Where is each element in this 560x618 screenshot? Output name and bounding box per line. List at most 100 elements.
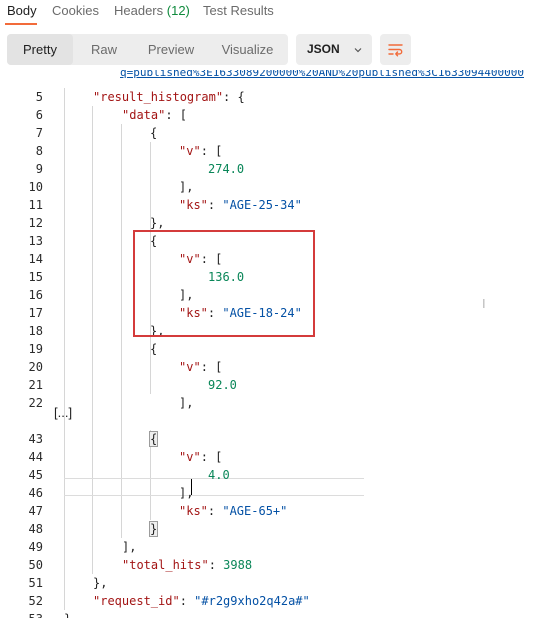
code-token: ],: [179, 396, 194, 410]
format-select[interactable]: JSON: [296, 34, 372, 65]
line-number: 18: [28, 324, 43, 338]
line-number: 9: [35, 162, 43, 176]
code-token: 4.0: [208, 468, 230, 482]
line-number: 16: [28, 288, 43, 302]
code-token: },: [150, 216, 165, 230]
headers-count-badge: (12): [166, 3, 190, 18]
code-token: :: [207, 198, 223, 212]
tab-headers-label: Headers: [114, 3, 164, 18]
code-token: "AGE-25-34": [222, 198, 302, 212]
code-token: }: [148, 521, 159, 537]
code-token: "total_hits": [122, 558, 209, 572]
annotation-highlight-box: [133, 230, 315, 337]
view-visualize-button[interactable]: Visualize: [207, 34, 288, 65]
code-token: {: [150, 126, 158, 140]
code-line: 8 "v": [: [0, 142, 560, 160]
code-line: 5 "result_histogram": {: [0, 88, 560, 106]
line-number: 15: [28, 270, 43, 284]
line-number: 53: [0, 610, 43, 618]
code-token: "v": [179, 450, 201, 464]
code-line: 11 "ks": "AGE-25-34": [0, 196, 560, 214]
code-line: 48}: [0, 520, 560, 538]
line-number: 7: [35, 126, 43, 140]
line-number: 45: [28, 468, 43, 482]
code-line: 9 274.0: [0, 160, 560, 178]
active-tab-indicator: [5, 23, 37, 25]
code-token: "v": [179, 360, 201, 374]
code-token: :: [208, 558, 224, 572]
code-text: "result_histogram": {: [93, 88, 245, 106]
response-toolbar: Pretty Raw Preview Visualize JSON: [0, 32, 560, 68]
line-number: 52: [28, 594, 43, 608]
code-token: 3988: [223, 558, 253, 572]
code-token: },: [93, 576, 108, 590]
code-token: ],: [179, 180, 194, 194]
code-text: "v": [: [179, 142, 222, 160]
line-number: 50: [28, 558, 43, 572]
code-token: : [: [200, 144, 223, 158]
code-line: 46],: [0, 484, 560, 502]
code-text: 274.0: [208, 160, 244, 178]
view-preview-button[interactable]: Preview: [135, 34, 207, 65]
code-token: ],: [122, 540, 137, 554]
code-line: 20 "v": [: [0, 358, 560, 376]
line-number: 19: [28, 342, 43, 356]
line-number: 43: [28, 432, 43, 446]
code-token: 92.0: [208, 378, 237, 392]
code-token: : [: [200, 360, 223, 374]
tab-body[interactable]: Body: [7, 3, 37, 18]
tab-test-results[interactable]: Test Results: [203, 3, 274, 18]
code-line: 21 92.0: [0, 376, 560, 394]
code-text: },: [93, 574, 107, 592]
code-text: }: [64, 610, 71, 618]
code-text: {: [148, 430, 159, 448]
tab-cookies[interactable]: Cookies: [52, 3, 99, 18]
code-text: ],: [179, 394, 193, 412]
line-number: 14: [28, 252, 43, 266]
line-number: 17: [28, 306, 43, 320]
code-line: 43 {: [0, 430, 560, 448]
text-cursor: [191, 479, 192, 495]
truncated-url-line: q=published%3E1633089200000%20AND%20publ…: [120, 70, 524, 79]
wrap-lines-button[interactable]: [380, 34, 411, 65]
code-text: {: [150, 124, 157, 142]
code-token: "result_histogram": [93, 90, 224, 104]
code-text: "data": [: [122, 106, 187, 124]
code-text: "request_id": "#r2g9xho2q42a#": [93, 592, 310, 610]
line-number: 21: [28, 378, 43, 392]
line-number: 47: [28, 504, 43, 518]
code-text: "ks": "AGE-65+": [179, 502, 287, 520]
code-text: ],: [122, 538, 136, 556]
view-raw-button[interactable]: Raw: [73, 34, 135, 65]
code-token: 274.0: [208, 162, 245, 176]
code-token: :: [207, 504, 223, 518]
code-line: 7{: [0, 124, 560, 142]
code-line: 6 "data": [: [0, 106, 560, 124]
code-token: "v": [179, 144, 201, 158]
wrap-lines-icon: [388, 44, 403, 57]
response-body-editor[interactable]: q=published%3E1633089200000%20AND%20publ…: [0, 70, 560, 618]
code-line: 53}: [0, 610, 560, 618]
code-text: }: [148, 520, 159, 538]
line-number: 5: [35, 90, 43, 104]
line-number: 44: [28, 450, 43, 464]
code-token: :: [179, 594, 195, 608]
code-line: 51},: [0, 574, 560, 592]
tab-headers[interactable]: Headers (12): [114, 3, 190, 18]
line-number: 49: [28, 540, 43, 554]
code-token: "ks": [179, 198, 208, 212]
line-number: 51: [28, 576, 43, 590]
code-line: 45 4.0: [0, 466, 560, 484]
code-token: "#r2g9xho2q42a#": [194, 594, 310, 608]
code-line: 52 "request_id": "#r2g9xho2q42a#": [0, 592, 560, 610]
collapsed-lines-marker: [...]: [54, 405, 73, 420]
code-text: {: [150, 340, 157, 358]
code-text: "total_hits": 3988: [122, 556, 252, 574]
code-text: "v": [: [179, 358, 222, 376]
code-token: : {: [223, 90, 245, 104]
code-text: ],: [179, 178, 193, 196]
code-token: "data": [122, 108, 166, 122]
code-line: 10],: [0, 178, 560, 196]
line-number: 8: [35, 144, 43, 158]
view-pretty-button[interactable]: Pretty: [7, 34, 73, 65]
